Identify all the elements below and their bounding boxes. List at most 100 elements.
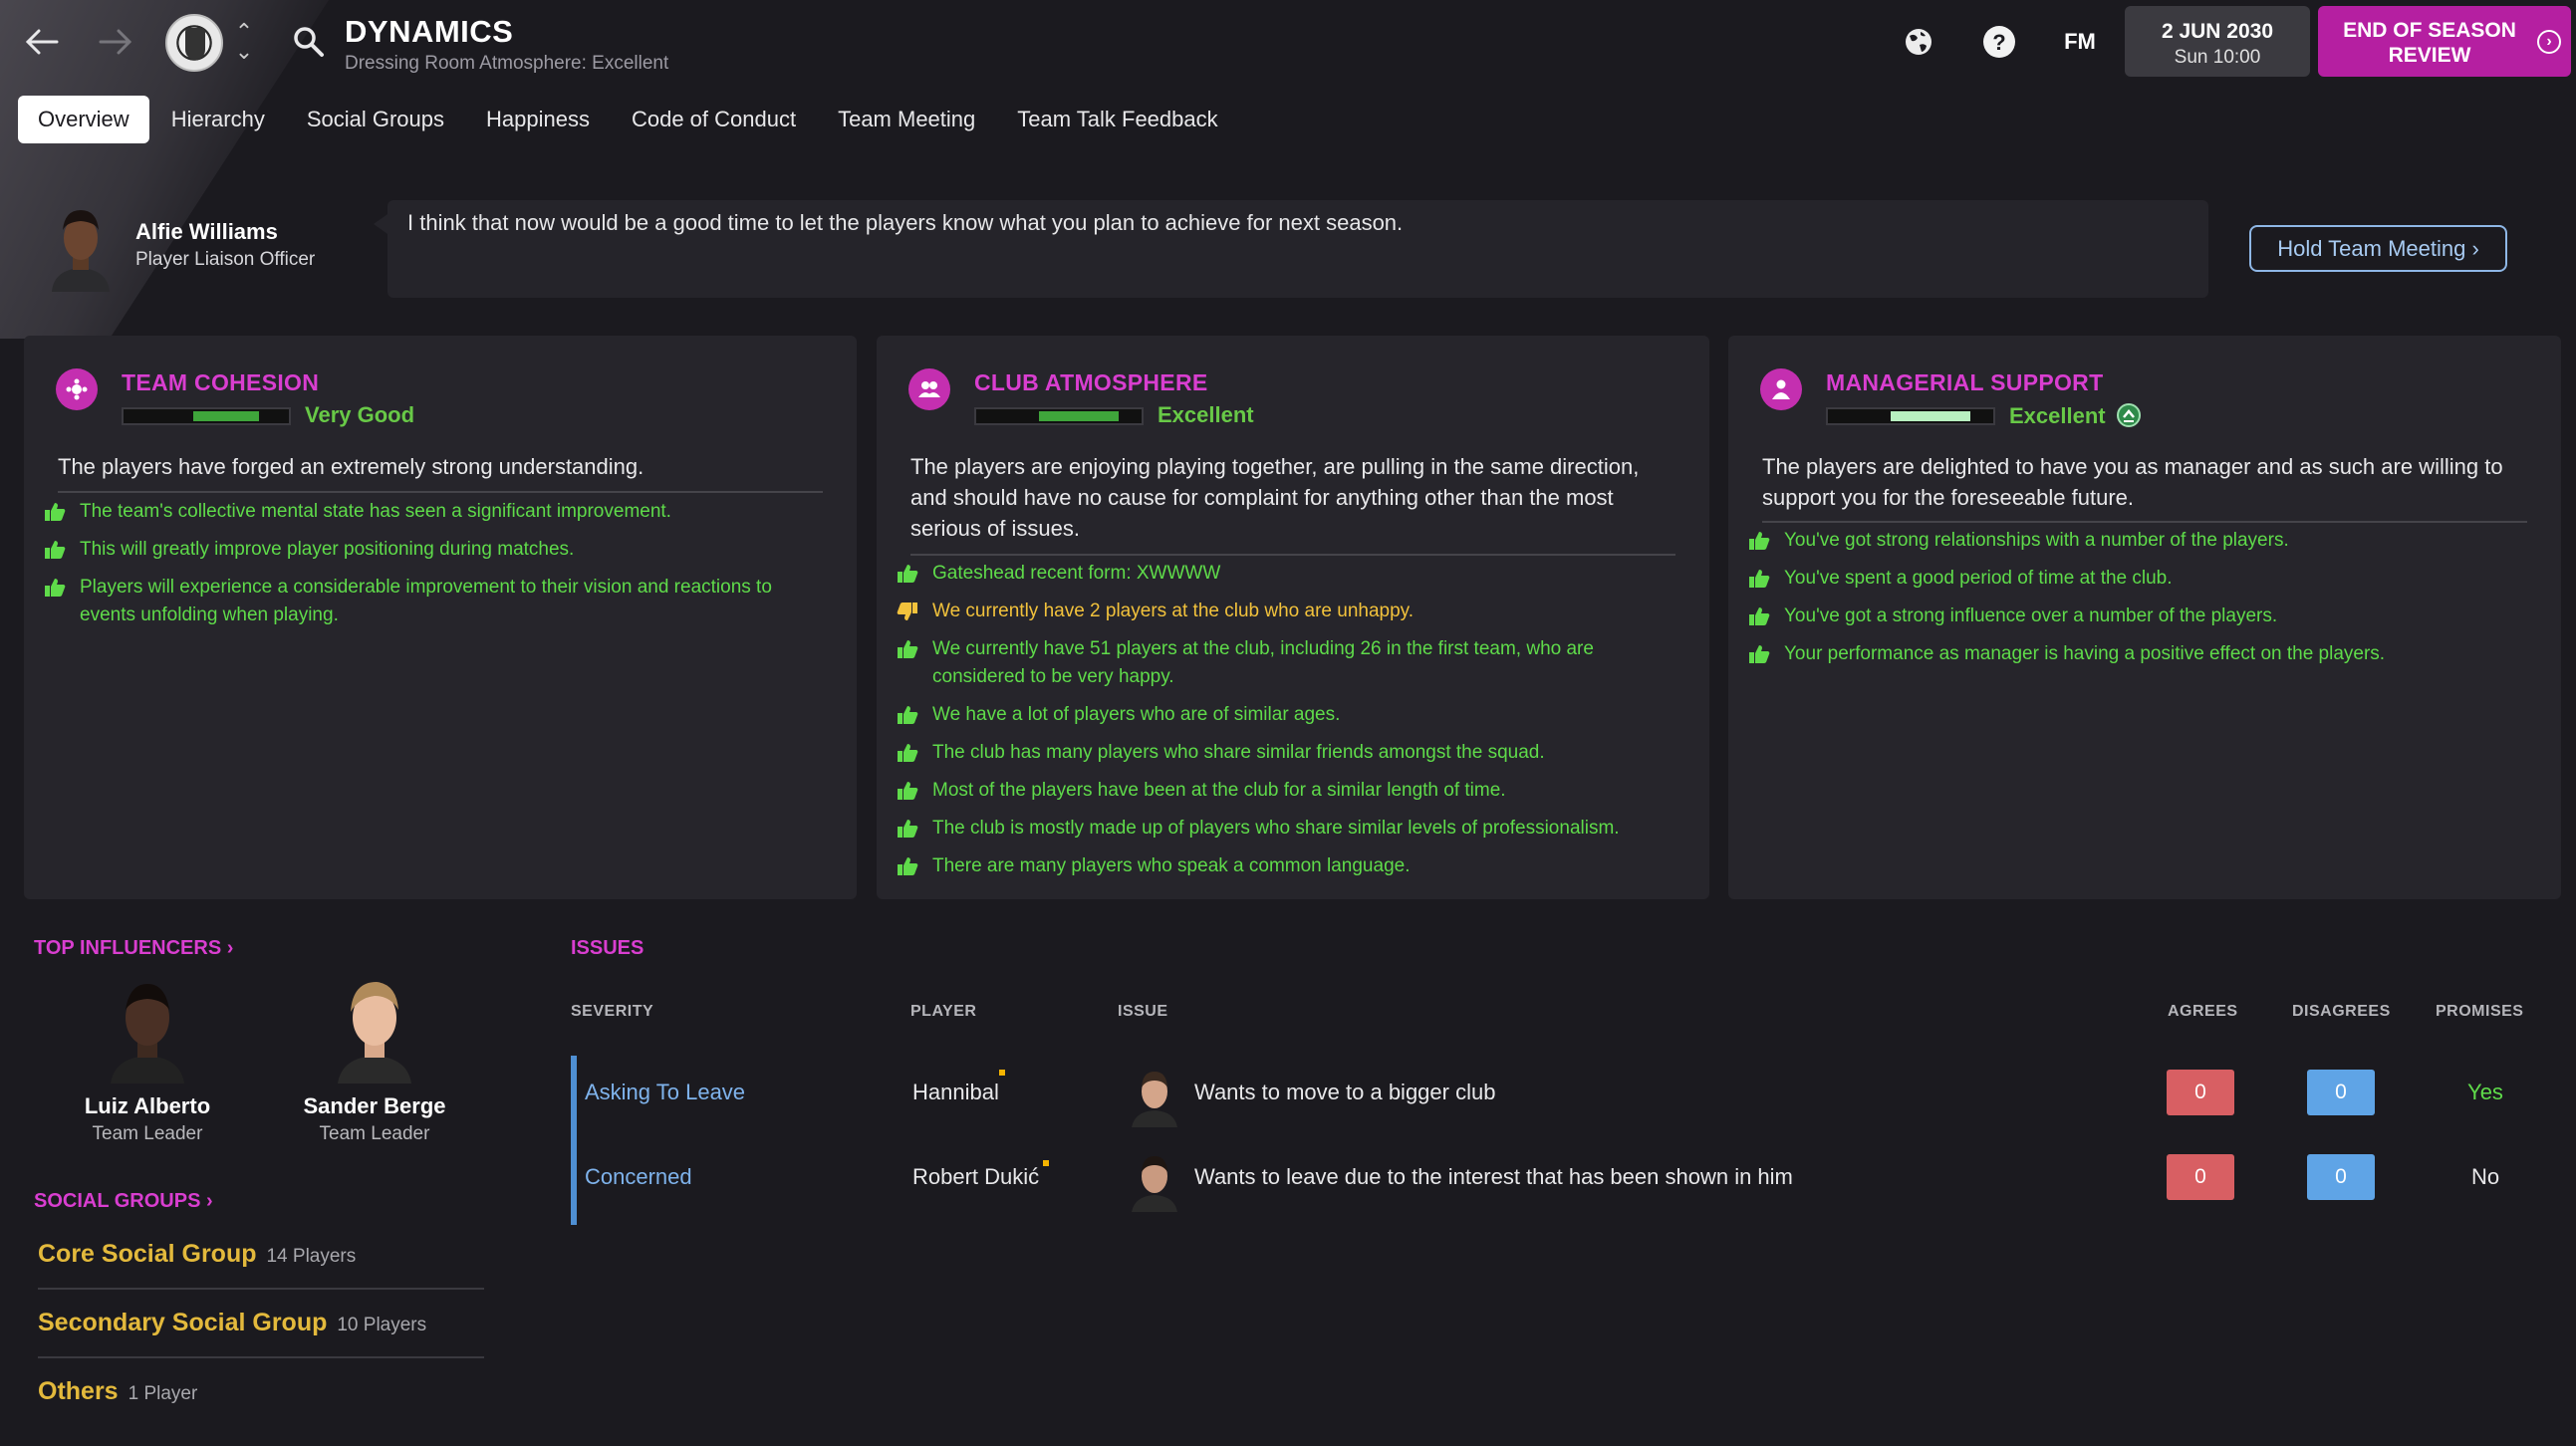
influencer-name[interactable]: Sander Berge [275,1093,474,1119]
tab-team-meeting[interactable]: Team Meeting [818,96,995,143]
club-atmosphere-meter [974,407,1144,425]
avatar [1129,1150,1180,1212]
column-header-issue[interactable]: ISSUE [1118,1003,1168,1021]
managerial-support-panel: MANAGERIAL SUPPORT Excellent The players… [1728,336,2561,899]
bullet-text: Players will experience a considerable i… [80,577,772,625]
column-header-player[interactable]: PLAYER [910,1003,976,1021]
social-groups-link[interactable]: SOCIAL GROUPS › [34,1190,213,1213]
bullet-text: We currently have 51 players at the club… [932,638,1594,687]
issue-severity: Asking To Leave [585,1080,746,1104]
bullet-text: We currently have 2 players at the club … [932,601,1415,621]
managerial-support-meter-fill [1891,411,1970,421]
list-item: The club has many players who share simi… [895,739,1679,767]
thumbs-up-icon [44,502,68,524]
liaison-name[interactable]: Alfie Williams [135,219,278,245]
influencer-role: Team Leader [92,1123,203,1144]
disagrees-count[interactable]: 0 [2307,1070,2375,1115]
divider [1762,521,2527,523]
tab-happiness[interactable]: Happiness [466,96,610,143]
list-item: There are many players who speak a commo… [895,852,1679,880]
liaison-message: I think that now would be a good time to… [374,200,2208,298]
team-cohesion-meter [122,407,291,425]
bullet-text: Gateshead recent form: XWWWW [932,563,1221,584]
eos-label-line1: END OF SEASON [2343,19,2516,42]
date-display[interactable]: 2 JUN 2030 Sun 10:00 [2125,6,2310,77]
back-arrow-icon[interactable] [22,22,62,62]
chevron-right-icon: › [226,937,234,959]
thumbs-up-icon [1748,644,1772,666]
team-cohesion-description: The players have forged an extremely str… [58,454,644,479]
agrees-count[interactable]: 0 [2167,1070,2234,1115]
column-header-severity[interactable]: SEVERITY [571,1003,653,1021]
column-header-agrees[interactable]: AGREES [2168,1003,2238,1021]
social-group-row[interactable]: Core Social Group 14 Players [38,1222,484,1290]
managerial-support-description: The players are delighted to have you as… [1762,454,2503,510]
trend-up-icon [2116,403,2141,427]
tab-team-talk-feedback[interactable]: Team Talk Feedback [997,96,1237,143]
table-row[interactable]: Asking To Leave Hannibal Wants to move t… [571,1056,2553,1137]
avatar [1129,1066,1180,1127]
club-switch-chevron-icon[interactable]: ⌃ ⌄ [233,21,255,66]
social-group-count: 14 Players [266,1246,357,1267]
tab-hierarchy[interactable]: Hierarchy [151,96,285,143]
end-of-season-review-button[interactable]: END OF SEASON REVIEW › [2318,6,2571,77]
tab-bar: Overview Hierarchy Social Groups Happine… [18,96,1240,143]
issue-description: Wants to move to a bigger club [1194,1080,1496,1104]
divider [58,491,823,493]
bullet-text: There are many players who speak a commo… [932,855,1411,876]
column-header-promises[interactable]: PROMISES [2436,1003,2523,1021]
avatar[interactable] [330,976,419,1084]
team-cohesion-rating: Very Good [305,402,415,427]
world-icon[interactable] [1897,20,1940,64]
eos-label-line2: REVIEW [2388,44,2471,67]
help-icon[interactable]: ? [1977,20,2021,64]
social-group-row[interactable]: Secondary Social Group 10 Players [38,1291,484,1358]
list-item: Most of the players have been at the clu… [895,777,1679,805]
social-group-name: Core Social Group [38,1240,257,1268]
thumbs-up-icon [897,819,920,841]
team-cohesion-title: TEAM COHESION [122,369,320,395]
managerial-support-meter [1826,407,1995,425]
issue-player[interactable]: Hannibal [912,1080,999,1105]
hold-team-meeting-button[interactable]: Hold Team Meeting › [2249,225,2507,272]
influencer-name[interactable]: Luiz Alberto [48,1093,247,1119]
club-atmosphere-description: The players are enjoying playing togethe… [910,454,1640,541]
date-label: 2 JUN 2030 [2161,20,2274,43]
club-atmosphere-title: CLUB ATMOSPHERE [974,369,1208,395]
top-influencers-link[interactable]: TOP INFLUENCERS › [34,937,233,960]
fm-menu-button[interactable]: FM [2058,20,2102,64]
thumbs-up-icon [1748,569,1772,591]
social-group-name: Others [38,1377,119,1405]
divider [910,554,1675,556]
tab-code-of-conduct[interactable]: Code of Conduct [612,96,816,143]
club-atmosphere-bullets: Gateshead recent form: XWWWW We currentl… [895,560,1679,890]
avatar[interactable] [103,976,192,1084]
issue-player[interactable]: Robert Dukić [912,1164,1039,1190]
disagrees-count[interactable]: 0 [2307,1154,2375,1200]
status-indicator [1043,1160,1049,1166]
hold-team-meeting-label: Hold Team Meeting [2277,236,2466,261]
social-group-name: Secondary Social Group [38,1309,328,1336]
thumbs-up-icon [897,564,920,586]
club-badge-icon[interactable] [165,14,223,72]
tab-social-groups[interactable]: Social Groups [287,96,464,143]
search-icon[interactable] [289,22,329,62]
social-group-row[interactable]: Others 1 Player [38,1359,484,1427]
table-row[interactable]: Concerned Robert Dukić Wants to leave du… [571,1140,2553,1222]
list-item: Players will experience a considerable i… [42,574,827,629]
tab-overview[interactable]: Overview [18,96,149,143]
list-item: We currently have 51 players at the club… [895,635,1679,691]
page-title: DYNAMICS [345,14,514,49]
forward-arrow-icon[interactable] [96,22,135,62]
top-bar: ⌃ ⌄ DYNAMICS Dressing Room Atmosphere: Ex… [0,0,2576,86]
social-group-count: 1 Player [128,1383,198,1404]
bullet-text: The club is mostly made up of players wh… [932,818,1620,839]
column-header-disagrees[interactable]: DISAGREES [2292,1003,2391,1021]
list-item: We currently have 2 players at the club … [895,598,1679,625]
thumbs-down-icon [897,602,920,623]
liaison-role: Player Liaison Officer [135,249,316,270]
manager-icon [1760,368,1802,410]
liaison-avatar[interactable] [48,204,114,292]
list-item: Your performance as manager is having a … [1746,640,2531,668]
agrees-count[interactable]: 0 [2167,1154,2234,1200]
